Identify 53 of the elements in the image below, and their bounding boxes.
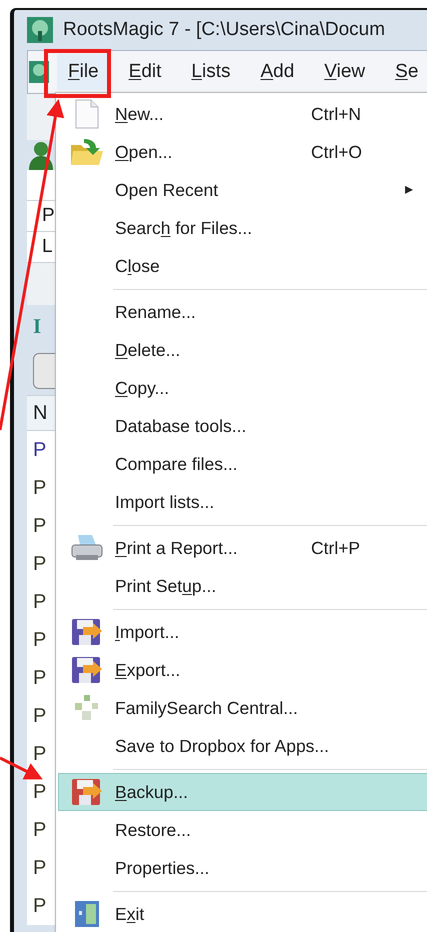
menu-item[interactable]: Database tools... <box>58 407 427 445</box>
list-row[interactable]: P <box>27 507 57 545</box>
column-header: N <box>27 395 57 431</box>
menu-bar-item[interactable]: File <box>57 54 110 90</box>
shortcut-label: Ctrl+N <box>311 102 362 126</box>
submenu-arrow: ▸ <box>405 180 413 200</box>
menu-item[interactable]: Compare files... <box>58 445 427 483</box>
folder-icon <box>70 137 104 167</box>
menu-bar-item[interactable]: Se <box>384 54 427 90</box>
menu-bar-item[interactable]: View <box>313 54 376 90</box>
menu-item[interactable]: Save to Dropbox for Apps... <box>58 727 427 765</box>
list-row[interactable]: P <box>27 545 57 583</box>
list-row[interactable]: P <box>27 583 57 621</box>
menu-item[interactable]: Backup... <box>58 773 427 811</box>
door-icon <box>73 899 101 929</box>
app-icon <box>27 17 53 43</box>
page-icon <box>74 99 100 129</box>
menu-bar-item[interactable]: Add <box>249 54 306 90</box>
menu-item[interactable]: Open Recent ▸ <box>58 171 427 209</box>
printer-icon <box>70 533 104 563</box>
highlight-frame <box>44 49 111 98</box>
window-title: RootsMagic 7 - [C:\Users\Cina\Docum <box>63 18 386 42</box>
menu-item[interactable]: Properties... <box>58 849 427 887</box>
menu-item[interactable]: Copy... <box>58 369 427 407</box>
menu-item[interactable]: Delete... <box>58 331 427 369</box>
menu-item[interactable]: Rename... <box>58 293 427 331</box>
menu-item[interactable]: Print Setup... <box>58 567 427 605</box>
list-row[interactable]: P <box>27 659 57 697</box>
menu-bar-item[interactable]: Edit <box>118 54 172 90</box>
menu-item[interactable]: FamilySearch Central... <box>58 689 427 727</box>
menu-item[interactable]: Open... Ctrl+O <box>58 133 427 171</box>
menu-item[interactable]: Exit <box>58 895 427 932</box>
list-row[interactable]: P <box>27 469 57 507</box>
menu-item[interactable]: Export... <box>58 651 427 689</box>
menu-item[interactable]: Restore... <box>58 811 427 849</box>
shortcut-label: Ctrl+P <box>311 536 360 560</box>
menu-bar-item[interactable]: Lists <box>180 54 242 90</box>
menu-item[interactable]: Search for Files... <box>58 209 427 247</box>
shortcut-label: Ctrl+O <box>311 140 362 164</box>
list-row[interactable]: P <box>27 697 57 735</box>
menu-item[interactable]: Import lists... <box>58 483 427 521</box>
menu-item[interactable]: New... Ctrl+N <box>58 95 427 133</box>
list-row[interactable]: P <box>27 849 57 887</box>
list-row[interactable]: P <box>27 431 57 469</box>
list-row[interactable]: P <box>27 621 57 659</box>
list-row[interactable]: P <box>27 887 57 925</box>
toolbar-button[interactable] <box>33 353 57 389</box>
menu-item[interactable]: Close <box>58 247 427 285</box>
section-heading: I <box>32 313 42 340</box>
people-icon <box>27 140 55 170</box>
list-row[interactable]: P <box>27 811 57 849</box>
menu-item[interactable]: Import... <box>58 613 427 651</box>
menu-item[interactable]: Print a Report... Ctrl+P <box>58 529 427 567</box>
